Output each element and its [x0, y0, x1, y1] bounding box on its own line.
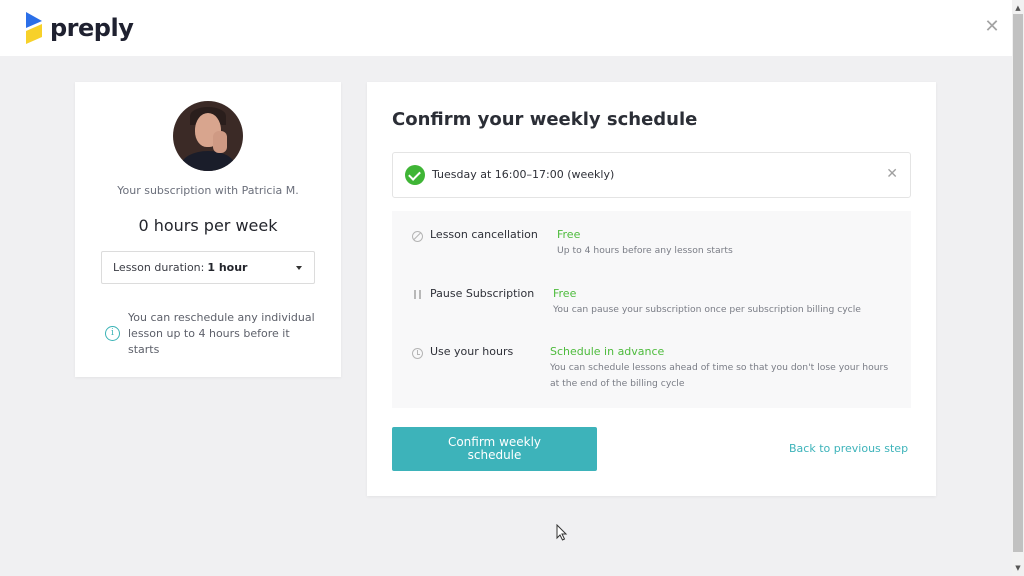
top-bar: preply ✕	[0, 0, 1012, 56]
brand-name: preply	[50, 14, 134, 42]
feature-label: Use your hours	[430, 345, 514, 358]
schedule-card: Confirm your weekly schedule Tuesday at …	[367, 82, 936, 496]
scroll-up-arrow-icon[interactable]: ▲	[1012, 2, 1024, 14]
duration-select-label: Lesson duration:	[113, 261, 205, 274]
scroll-down-arrow-icon[interactable]: ▼	[1012, 562, 1024, 574]
feature-value: Schedule in advance	[550, 345, 665, 358]
subscription-label: Your subscription with Patricia M.	[117, 184, 299, 197]
lesson-duration-select[interactable]: Lesson duration: 1 hour	[101, 251, 315, 284]
clock-icon	[412, 348, 423, 359]
ban-icon	[412, 231, 423, 242]
logo-mark-icon	[26, 12, 42, 44]
close-icon[interactable]: ✕	[982, 17, 1002, 37]
feature-label: Lesson cancellation	[430, 228, 538, 241]
page-title: Confirm your weekly schedule	[392, 109, 698, 130]
tutor-avatar	[173, 101, 243, 171]
duration-select-value: 1 hour	[207, 261, 248, 274]
pause-icon	[412, 289, 423, 300]
slot-text: Tuesday at 16:00–17:00 (weekly)	[432, 168, 615, 181]
feature-description: Up to 4 hours before any lesson starts	[557, 245, 733, 256]
scroll-thumb[interactable]	[1013, 14, 1023, 552]
hours-per-week: 0 hours per week	[138, 216, 278, 235]
feature-label: Pause Subscription	[430, 287, 535, 300]
check-circle-icon	[405, 165, 425, 185]
caret-down-icon	[296, 266, 302, 270]
schedule-slot: Tuesday at 16:00–17:00 (weekly) ✕	[392, 152, 911, 198]
features-panel: Lesson cancellation Free Up to 4 hours b…	[392, 211, 911, 408]
info-icon: i	[105, 326, 120, 341]
feature-value: Free	[553, 287, 577, 300]
feature-value: Free	[557, 228, 581, 241]
mouse-cursor-icon	[556, 524, 568, 541]
remove-slot-close-icon[interactable]: ✕	[886, 166, 898, 182]
reschedule-info-text: You can reschedule any individual lesson…	[128, 311, 315, 356]
feature-description: You can pause your subscription once per…	[553, 304, 861, 315]
subscription-card: Your subscription with Patricia M. 0 hou…	[75, 82, 341, 377]
back-to-previous-step-link[interactable]: Back to previous step	[789, 442, 908, 455]
preply-logo[interactable]: preply	[24, 12, 134, 44]
scrollbar[interactable]: ▲ ▼	[1012, 0, 1024, 576]
feature-description: You can schedule lessons ahead of time s…	[550, 362, 889, 389]
confirm-weekly-schedule-button[interactable]: Confirm weekly schedule	[392, 427, 597, 471]
